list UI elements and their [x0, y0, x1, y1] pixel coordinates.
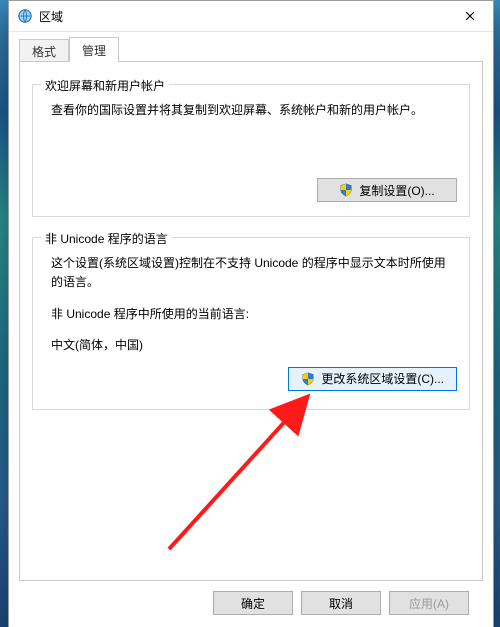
button-label: 取消	[329, 595, 353, 612]
tab-strip: 格式 管理	[19, 38, 483, 61]
welcome-description: 查看你的国际设置并将其复制到欢迎屏幕、系统帐户和新的用户帐户。	[51, 101, 457, 120]
uac-shield-icon	[339, 183, 353, 197]
button-label: 复制设置(O)...	[359, 182, 434, 199]
close-button[interactable]	[447, 1, 493, 31]
tab-format[interactable]: 格式	[19, 39, 69, 62]
group-legend: 欢迎屏幕和新用户帐户	[41, 77, 169, 94]
ok-button[interactable]: 确定	[213, 591, 293, 615]
dialog-button-row: 确定 取消 应用(A)	[19, 581, 483, 615]
tab-admin[interactable]: 管理	[69, 37, 119, 62]
change-system-locale-button[interactable]: 更改系统区域设置(C)...	[288, 367, 457, 391]
tab-label: 管理	[82, 44, 106, 58]
group-non-unicode: 非 Unicode 程序的语言 这个设置(系统区域设置)控制在不支持 Unico…	[32, 237, 470, 410]
group-welcome-screen: 欢迎屏幕和新用户帐户 查看你的国际设置并将其复制到欢迎屏幕、系统帐户和新的用户帐…	[32, 84, 470, 217]
window-title: 区域	[39, 8, 447, 25]
apply-button[interactable]: 应用(A)	[389, 591, 469, 615]
region-dialog: 区域 格式 管理 欢迎屏幕和新用户帐户 查看你的国际设置并将其复制到欢迎屏幕、系…	[8, 0, 494, 627]
button-label: 应用(A)	[409, 595, 449, 612]
copy-settings-button[interactable]: 复制设置(O)...	[317, 178, 457, 202]
globe-icon	[17, 8, 33, 24]
title-bar: 区域	[9, 1, 493, 32]
group-legend: 非 Unicode 程序的语言	[41, 230, 172, 247]
tab-label: 格式	[32, 45, 56, 59]
uac-shield-icon	[301, 372, 315, 386]
tab-panel-admin: 欢迎屏幕和新用户帐户 查看你的国际设置并将其复制到欢迎屏幕、系统帐户和新的用户帐…	[19, 61, 483, 581]
cancel-button[interactable]: 取消	[301, 591, 381, 615]
current-language-label: 非 Unicode 程序中所使用的当前语言:	[51, 305, 457, 324]
current-language-value: 中文(简体，中国)	[51, 336, 457, 355]
non-unicode-description: 这个设置(系统区域设置)控制在不支持 Unicode 的程序中显示文本时所使用的…	[51, 254, 457, 292]
button-label: 确定	[241, 595, 265, 612]
button-label: 更改系统区域设置(C)...	[321, 370, 444, 387]
